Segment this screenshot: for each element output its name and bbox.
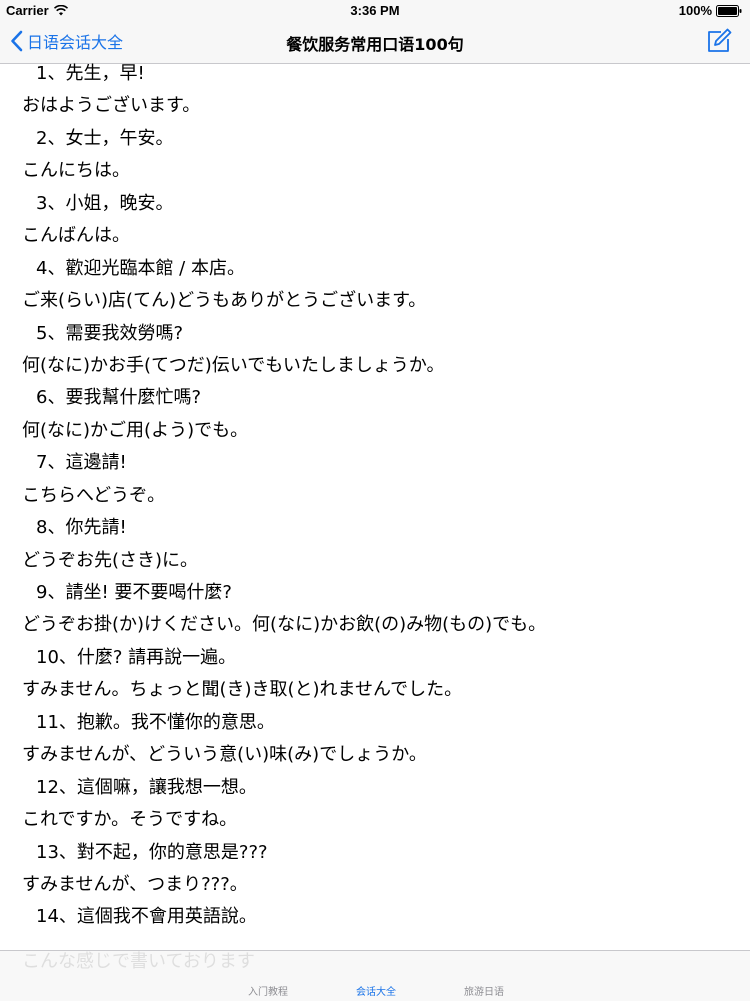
phrase-chinese: 2、女士，午安。 xyxy=(36,127,174,149)
phrase-chinese: 12、這個嘛，讓我想一想。 xyxy=(36,776,257,798)
phrase-japanese: こんにちは。 xyxy=(22,160,130,182)
phrase-japanese: ご来(らい)店(てん)どうもありがとうございます。 xyxy=(22,290,427,312)
phrase-chinese: 9、請坐! 要不要喝什麼? xyxy=(36,582,232,603)
phrase-chinese: 4、歡迎光臨本館 / 本店。 xyxy=(36,257,245,279)
phrase-chinese: 1、先生，早! xyxy=(36,63,145,84)
phrase-japanese: おはようございます。 xyxy=(22,95,201,117)
phrase-japanese: すみませんが、どういう意(い)味(み)でしょうか。 xyxy=(22,744,427,766)
phrase-chinese: 14、這個我不會用英語說。 xyxy=(36,906,257,928)
phrase-chinese: 5、需要我效勞嗎? xyxy=(36,322,184,344)
tab-travel[interactable]: 旅游日语 xyxy=(464,983,504,998)
chevron-left-icon xyxy=(11,30,23,52)
phrase-japanese: これですか。そうですね。 xyxy=(22,809,238,831)
status-bar: Carrier 3:36 PM 100% xyxy=(0,0,750,20)
phrase-japanese: どうぞお掛(か)けください。何(なに)かお飲(の)み物(もの)でも。 xyxy=(22,614,547,636)
tab-intro[interactable]: 入门教程 xyxy=(248,983,288,998)
status-time: 3:36 PM xyxy=(350,3,400,18)
phrase-chinese: 11、抱歉。我不懂你的意思。 xyxy=(36,711,275,733)
phrase-japanese: 何(なに)かお手(てつだ)伝いでもいたしましょうか。 xyxy=(22,354,445,376)
phrase-chinese: 13、對不起，你的意思是??? xyxy=(36,841,268,863)
phrase-japanese: こんばんは。 xyxy=(22,225,130,247)
phrase-chinese: 10、什麼? 請再說一遍。 xyxy=(36,646,237,668)
back-button[interactable]: 日语会话大全 xyxy=(10,29,123,53)
phrase-chinese: 6、要我幫什麼忙嗎? xyxy=(36,387,202,409)
battery-icon xyxy=(716,4,742,17)
tab-conversation[interactable]: 会话大全 xyxy=(356,983,396,998)
scrolled-text-behind: こんな感じで書いております xyxy=(22,951,255,972)
tab-bar: こんな感じで書いております 入门教程 会话大全 旅游日语 xyxy=(0,950,750,1001)
phrase-japanese: どうぞお先(さき)に。 xyxy=(22,549,199,571)
phrase-chinese: 7、這邊請! xyxy=(36,452,127,474)
navigation-bar: 日语会话大全 餐饮服务常用口语100句 xyxy=(0,20,750,64)
phrase-japanese: 何(なに)かご用(よう)でも。 xyxy=(22,419,249,441)
phrase-chinese: 3、小姐，晚安。 xyxy=(36,192,174,214)
phrase-japanese: すみませんが、つまり???。 xyxy=(22,873,248,895)
phrase-japanese: こちらへどうぞ。 xyxy=(22,484,166,506)
battery-percent: 100% xyxy=(678,3,712,18)
back-button-label: 日语会话大全 xyxy=(27,33,124,52)
phrase-content[interactable]: 1、先生，早! おはようございます。 2、女士，午安。こんにちは。 3、小姐，晚安。こ… xyxy=(0,63,750,950)
compose-icon[interactable] xyxy=(706,28,732,54)
phrase-japanese: すみません。ちょっと聞(き)き取(と)れませんでした。 xyxy=(22,679,463,701)
status-right: 100% xyxy=(679,3,742,18)
phrase-chinese: 8、你先請! xyxy=(36,517,127,539)
phrase-list: 1、先生，早! おはようございます。 2、女士，午安。こんにちは。 3、小姐，晚安。こ… xyxy=(0,63,546,934)
